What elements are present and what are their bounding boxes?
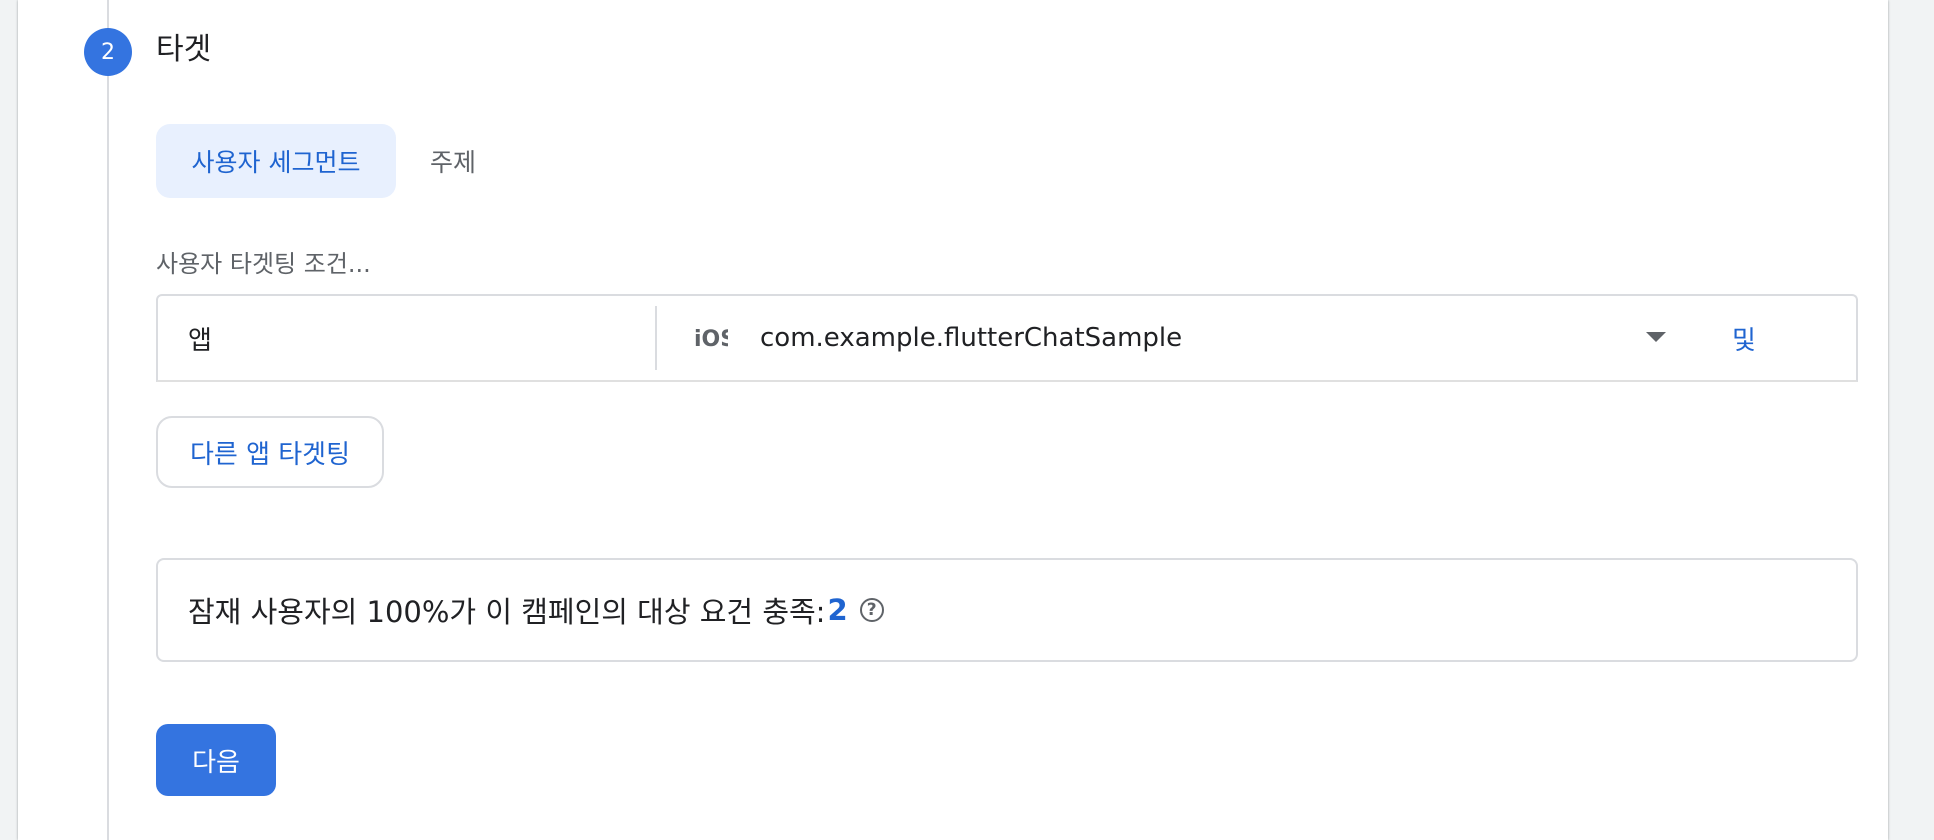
ios-icon-glyph: iOS [694,327,728,350]
app-select-value: com.example.flutterChatSample [760,323,1183,353]
condition-divider [655,306,657,370]
tab-user-segment[interactable]: 사용자 세그먼트 [156,124,396,198]
campaign-step-card: 2 타겟 사용자 세그먼트 주제 사용자 타겟팅 조건... 앱 iOS com… [18,0,1888,840]
chevron-down-icon[interactable] [1646,332,1666,342]
help-circle-icon[interactable]: ? [859,598,884,622]
targeting-condition-label: 사용자 타겟팅 조건... [156,250,371,278]
targeting-condition-row: 앱 iOS com.example.flutterChatSample 및 [156,294,1858,382]
step-rail [107,0,109,840]
reach-user-count[interactable]: 2 [827,593,847,627]
step-title: 타겟 [156,32,212,67]
and-condition-link[interactable]: 및 [1732,296,1756,380]
tab-topic[interactable]: 주제 [418,124,488,198]
ios-icon: iOS [694,296,728,380]
target-other-app-button[interactable]: 다른 앱 타겟팅 [156,416,384,488]
step-number-badge: 2 [84,28,132,76]
ios-icon-text: iOS [694,327,728,350]
condition-field-label: 앱 [188,325,212,356]
reach-summary-text: 잠재 사용자의 100%가 이 캠페인의 대상 요건 충족: [188,595,826,629]
reach-summary-box: 잠재 사용자의 100%가 이 캠페인의 대상 요건 충족: 2 ? [156,558,1858,662]
next-button[interactable]: 다음 [156,724,276,796]
